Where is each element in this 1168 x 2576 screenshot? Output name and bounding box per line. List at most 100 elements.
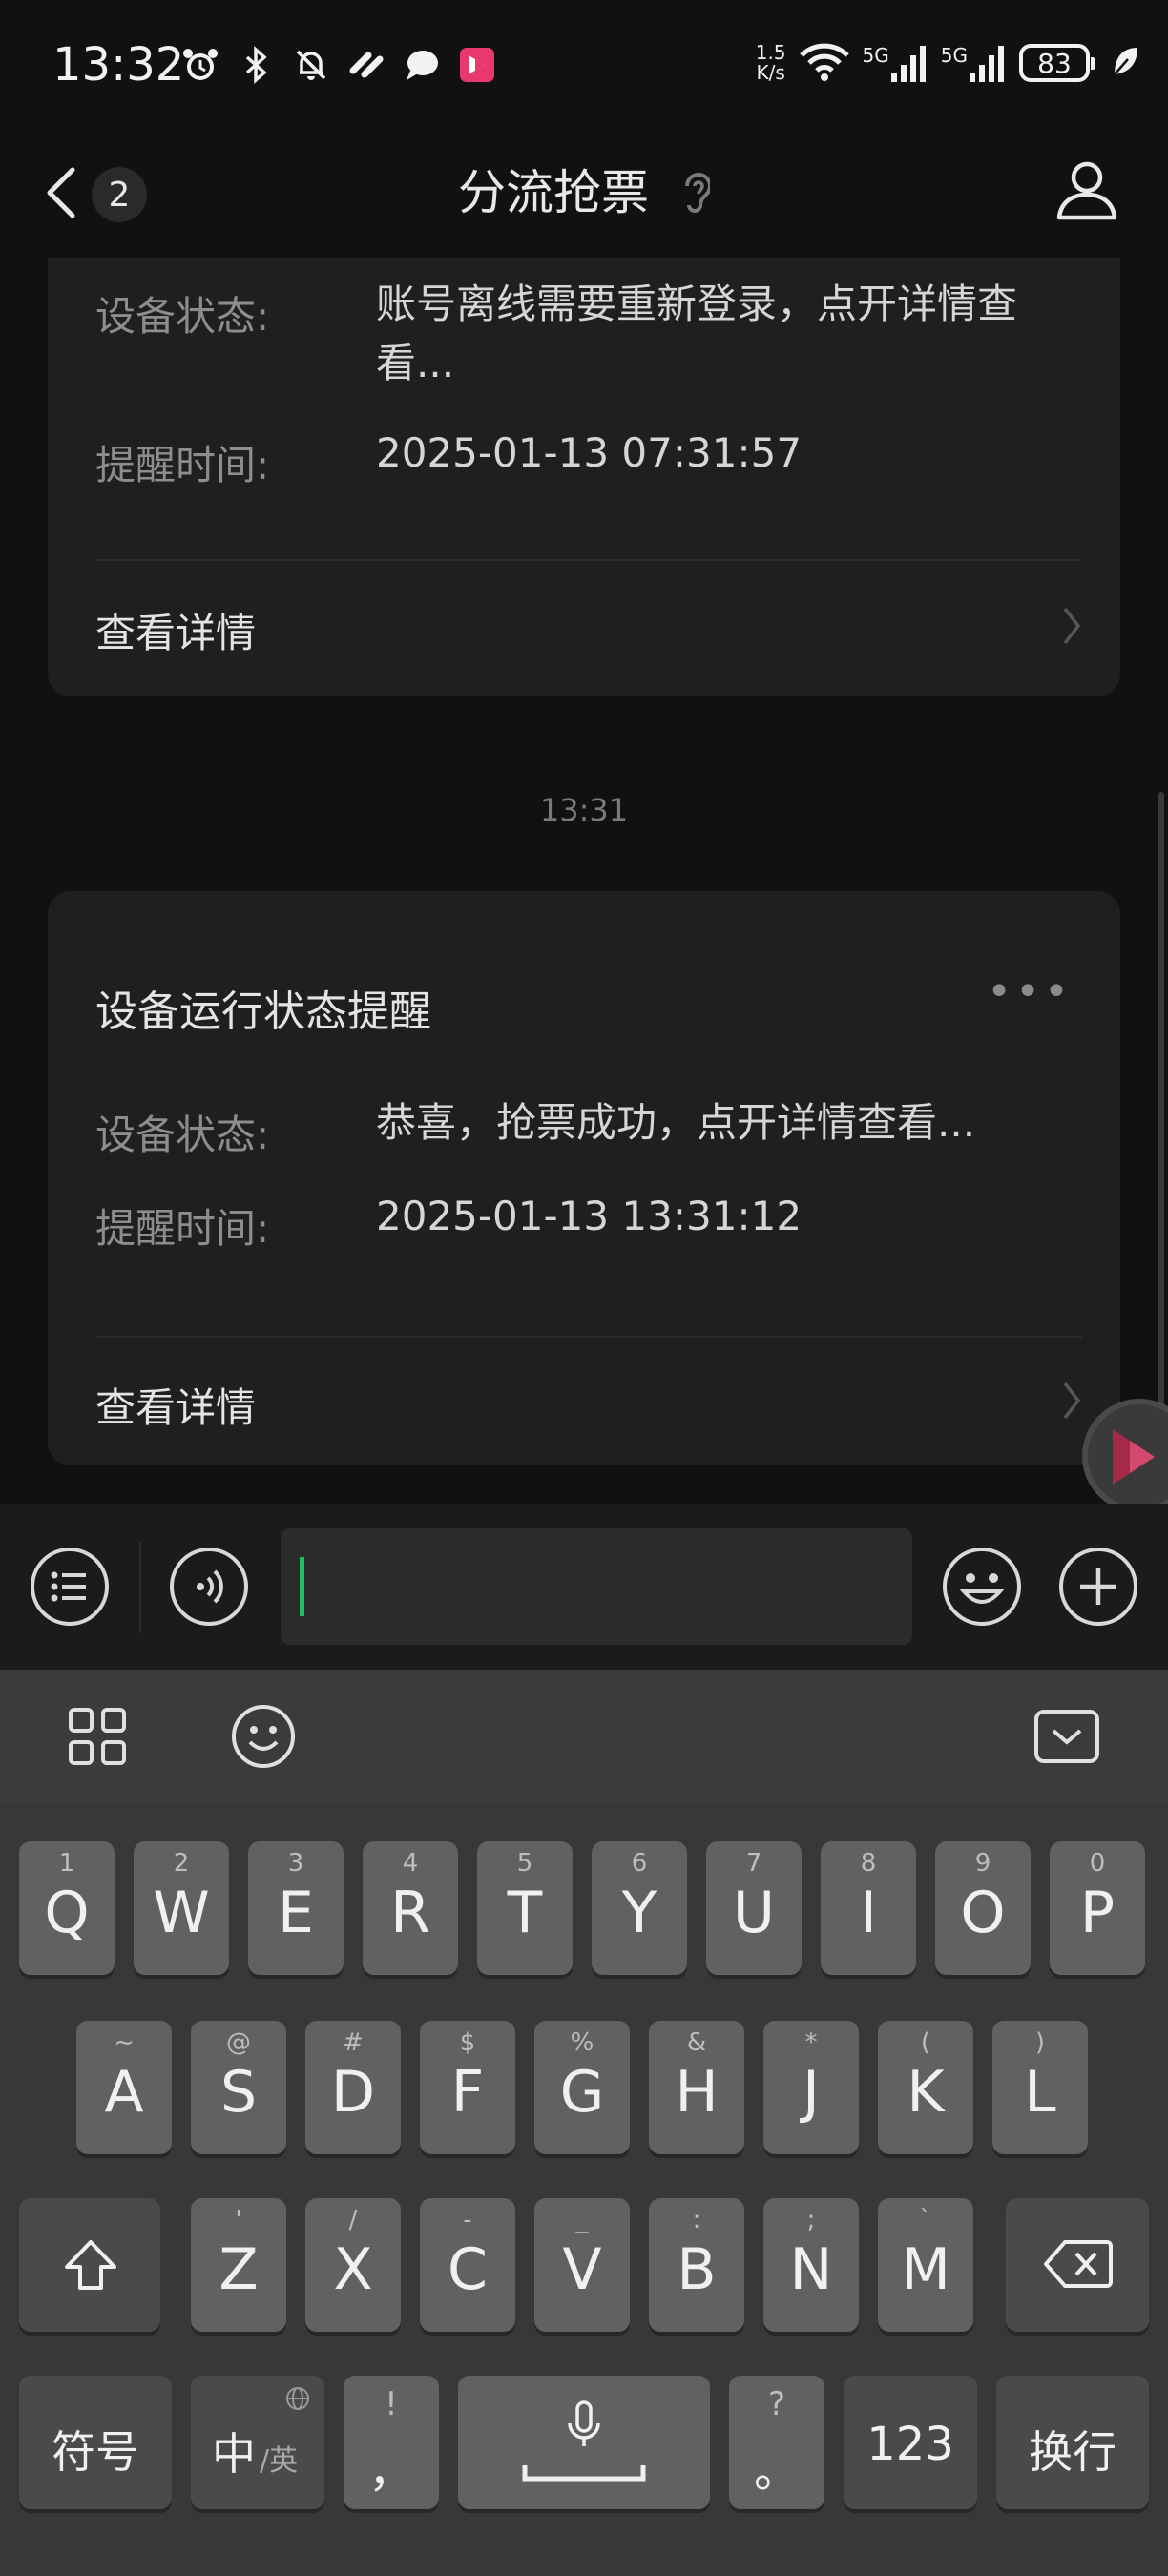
timestamp-separator: 13:31 bbox=[539, 792, 629, 828]
scrollbar[interactable] bbox=[1158, 792, 1164, 1504]
reminder-time-label: 提醒时间: bbox=[95, 1205, 270, 1252]
status-icons-left bbox=[179, 44, 498, 86]
key-q[interactable]: 1Q bbox=[19, 1841, 115, 1975]
key-p[interactable]: 0P bbox=[1050, 1841, 1145, 1975]
keyboard-emoji-button[interactable] bbox=[229, 1702, 298, 1771]
language-main-label: 中 bbox=[212, 2428, 256, 2480]
shift-key[interactable] bbox=[19, 2198, 160, 2332]
bluetooth-icon bbox=[235, 44, 277, 86]
key-label: G bbox=[559, 2059, 605, 2126]
alarm-icon bbox=[179, 44, 221, 86]
key-hint: & bbox=[686, 2028, 707, 2057]
key-label: M bbox=[901, 2236, 950, 2303]
key-n[interactable]: ; N bbox=[763, 2198, 859, 2332]
key-x[interactable]: / X bbox=[305, 2198, 401, 2332]
menu-list-button[interactable] bbox=[29, 1546, 111, 1628]
chat-profile-button[interactable] bbox=[1053, 156, 1120, 223]
space-key[interactable] bbox=[458, 2376, 710, 2509]
language-switch-key[interactable]: 中 /英 bbox=[191, 2376, 324, 2509]
numbers-key[interactable]: 123 bbox=[844, 2376, 977, 2509]
key-label: F bbox=[450, 2059, 485, 2126]
device-status-label: 设备状态: bbox=[95, 1111, 270, 1158]
key-hint: $ bbox=[459, 2028, 476, 2057]
key-label: P bbox=[1079, 1880, 1116, 1946]
more-options-icon[interactable]: ••• bbox=[987, 967, 1073, 1016]
key-r[interactable]: 4R bbox=[363, 1841, 458, 1975]
keyboard-apps-button[interactable] bbox=[63, 1702, 132, 1771]
key-hint: ) bbox=[1034, 2028, 1046, 2057]
enter-key[interactable]: 换行 bbox=[996, 2376, 1149, 2509]
key-d[interactable]: # D bbox=[305, 2021, 401, 2154]
key-hint: : bbox=[692, 2206, 701, 2234]
key-g[interactable]: % G bbox=[534, 2021, 630, 2154]
hide-keyboard-button[interactable] bbox=[1032, 1702, 1101, 1771]
key-f[interactable]: $ F bbox=[420, 2021, 515, 2154]
key-label: I bbox=[860, 1880, 877, 1946]
view-details-link[interactable]: 查看详情 bbox=[48, 1338, 1120, 1465]
text-cursor bbox=[300, 1557, 304, 1616]
status-icons-right: 1.5 K/s 5G 5G 83 bbox=[756, 40, 1139, 86]
key-hint: 4 bbox=[402, 1849, 419, 1878]
key-v[interactable]: _ V bbox=[534, 2198, 630, 2332]
key-t[interactable]: 5T bbox=[477, 1841, 573, 1975]
more-actions-button[interactable] bbox=[1057, 1546, 1139, 1628]
key-s[interactable]: @ S bbox=[191, 2021, 286, 2154]
signal-1-label: 5G bbox=[862, 44, 889, 67]
voice-input-button[interactable] bbox=[168, 1546, 250, 1628]
key-label: O bbox=[960, 1880, 1006, 1946]
key-e[interactable]: 3E bbox=[248, 1841, 344, 1975]
key-label: L bbox=[1024, 2059, 1056, 2126]
key-a[interactable]: ~ A bbox=[76, 2021, 172, 2154]
key-k[interactable]: (K bbox=[878, 2021, 973, 2154]
period-key[interactable]: ? 。 bbox=[729, 2376, 824, 2509]
device-status-value: 恭喜，抢票成功，点开详情查看... bbox=[376, 1099, 976, 1146]
key-label: T bbox=[507, 1880, 543, 1946]
view-details-link[interactable]: 查看详情 bbox=[48, 563, 1120, 693]
link-app-icon bbox=[345, 44, 387, 86]
ticket-app-icon bbox=[1088, 1429, 1168, 1504]
key-hint: # bbox=[343, 2028, 364, 2057]
key-z[interactable]: ' Z bbox=[191, 2198, 286, 2332]
key-hint: 0 bbox=[1089, 1849, 1106, 1878]
key-label: J bbox=[803, 2059, 820, 2126]
key-label: Q bbox=[44, 1880, 90, 1946]
shift-icon bbox=[65, 2240, 116, 2290]
key-y[interactable]: 6Y bbox=[592, 1841, 687, 1975]
key-u[interactable]: 7U bbox=[706, 1841, 802, 1975]
key-hint: * bbox=[804, 2028, 818, 2057]
message-list[interactable]: 设备状态: 账号离线需要重新登录，点开详情查看... 提醒时间: 2025-01… bbox=[0, 258, 1168, 1504]
backspace-key[interactable] bbox=[1006, 2198, 1149, 2332]
view-details-label: 查看详情 bbox=[95, 610, 257, 656]
key-b[interactable]: :B bbox=[649, 2198, 744, 2332]
message-text-field[interactable] bbox=[281, 1528, 912, 1645]
symbols-key[interactable]: 符号 bbox=[19, 2376, 172, 2509]
key-m[interactable]: ` M bbox=[878, 2198, 973, 2332]
keyboard-toolbar bbox=[0, 1670, 1168, 1803]
network-speed-value: 1.5 bbox=[755, 41, 786, 64]
symbols-key-label: 符号 bbox=[52, 2426, 139, 2478]
key-l[interactable]: ) L bbox=[992, 2021, 1088, 2154]
key-hint: 7 bbox=[745, 1849, 762, 1878]
ear-icon bbox=[681, 169, 712, 224]
key-label: B bbox=[677, 2236, 717, 2303]
key-hint: - bbox=[463, 2206, 472, 2234]
key-h[interactable]: & H bbox=[649, 2021, 744, 2154]
comma-key[interactable]: ! ， bbox=[344, 2376, 439, 2509]
key-c[interactable]: -C bbox=[420, 2198, 515, 2332]
voice-icon bbox=[170, 1548, 248, 1626]
key-hint: 1 bbox=[58, 1849, 75, 1878]
key-o[interactable]: 9O bbox=[935, 1841, 1031, 1975]
keyboard-hide-icon bbox=[1034, 1710, 1099, 1763]
emoji-button[interactable] bbox=[941, 1546, 1023, 1628]
key-w[interactable]: 2W bbox=[134, 1841, 229, 1975]
key-hint: 5 bbox=[516, 1849, 533, 1878]
globe-icon bbox=[286, 2387, 309, 2410]
key-hint: 2 bbox=[173, 1849, 190, 1878]
plus-icon bbox=[1059, 1548, 1137, 1626]
chevron-right-icon bbox=[1061, 605, 1082, 651]
key-i[interactable]: 8I bbox=[821, 1841, 916, 1975]
language-sub-label: /英 bbox=[260, 2444, 299, 2478]
key-hint: 9 bbox=[974, 1849, 991, 1878]
key-hint: ' bbox=[235, 2206, 242, 2234]
key-j[interactable]: * J bbox=[763, 2021, 859, 2154]
